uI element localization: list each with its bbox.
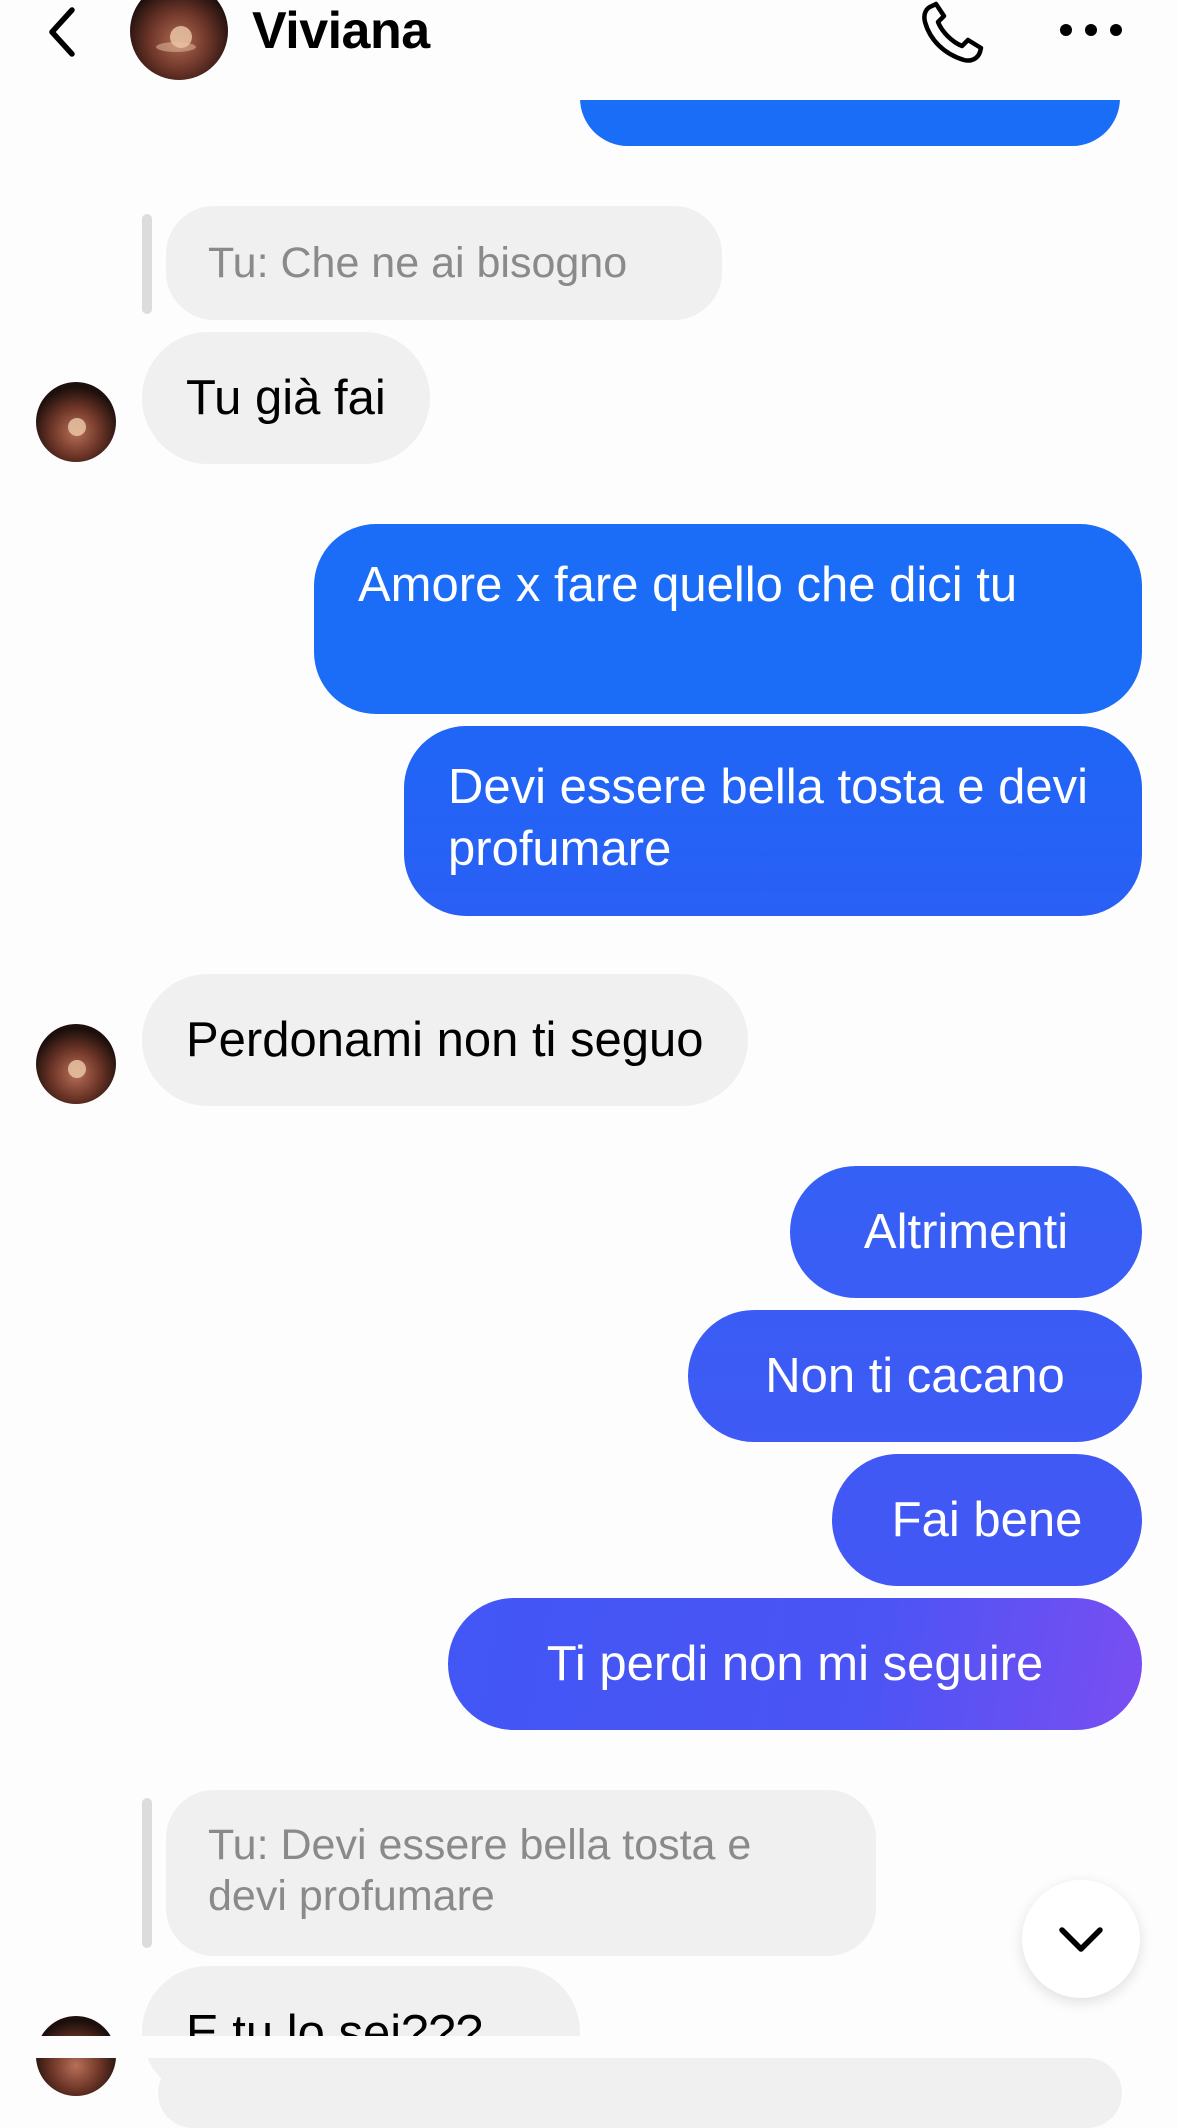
reply-quote-text: Tu: Che ne ai bisogno (208, 239, 628, 287)
message-text: Ti perdi non mi seguire (546, 1637, 1044, 1691)
message-text: Devi essere bella tosta e devi profumare (448, 760, 1089, 876)
outgoing-message: Devi essere bella tosta e devi profumare (404, 726, 1142, 916)
message-text: Non ti cacano (765, 1349, 1065, 1403)
scroll-to-bottom-button[interactable] (1022, 1880, 1140, 1998)
reply-indicator (142, 1798, 152, 1948)
reply-quote: Tu: Che ne ai bisogno (166, 206, 722, 320)
outgoing-message: Amore x fare quello che dici tu (314, 524, 1142, 714)
reply-quote-text: Tu: Devi essere bella tosta e devi profu… (208, 1821, 752, 1920)
contact-avatar[interactable] (130, 0, 228, 80)
incoming-message: Perdonami non ti seguo (142, 974, 748, 1106)
sender-avatar[interactable] (36, 1024, 116, 1104)
more-horizontal-icon[interactable] (1056, 12, 1126, 48)
message-text: Fai bene (891, 1493, 1083, 1547)
incoming-message: Tu già fai (142, 332, 430, 464)
chat-header: Viviana (0, 0, 1178, 100)
chevron-left-icon[interactable] (38, 4, 88, 60)
phone-icon[interactable] (918, 0, 990, 66)
message-composer[interactable] (158, 2058, 1122, 2128)
contact-name[interactable]: Viviana (252, 0, 430, 62)
outgoing-message: Altrimenti (790, 1166, 1142, 1298)
viewport-edge (0, 2036, 1178, 2058)
outgoing-message: Non ti cacano (688, 1310, 1142, 1442)
message-text: Amore x fare quello che dici tu (358, 558, 1018, 612)
outgoing-message: Fai bene (832, 1454, 1142, 1586)
message-text: Perdonami non ti seguo (186, 1013, 704, 1067)
outgoing-message: Ti perdi non mi seguire (448, 1598, 1142, 1730)
sender-avatar[interactable] (36, 382, 116, 462)
reply-quote: Tu: Devi essere bella tosta e devi profu… (166, 1790, 876, 1956)
chevron-down-icon (1059, 1927, 1103, 1952)
message-text: Altrimenti (863, 1205, 1069, 1259)
message-text: Tu già fai (186, 371, 386, 425)
reply-indicator (142, 214, 152, 314)
